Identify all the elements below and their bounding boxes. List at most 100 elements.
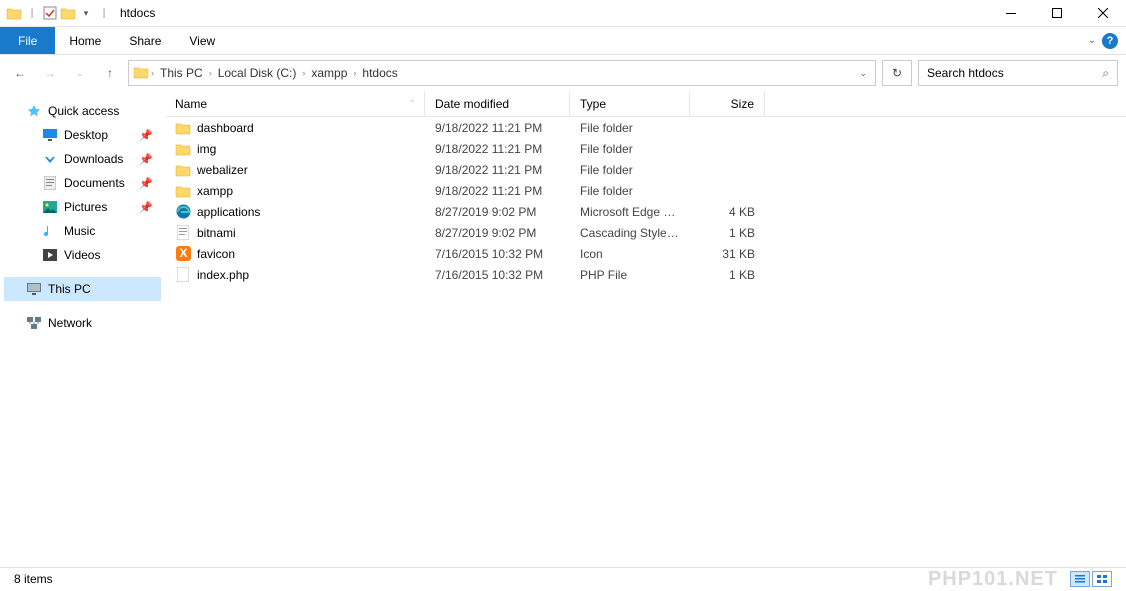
title-sep-icon: | [24,5,40,21]
network-icon [26,315,42,331]
sidebar-item-label: Desktop [64,128,108,142]
expand-ribbon-icon[interactable]: ⌄ [1088,35,1096,46]
tab-share[interactable]: Share [115,27,175,54]
file-row[interactable]: applications8/27/2019 9:02 PMMicrosoft E… [165,201,1126,222]
breadcrumb[interactable]: htdocs [358,66,401,80]
file-name: bitnami [197,226,236,240]
pictures-icon [42,199,58,215]
videos-icon [42,247,58,263]
music-icon [42,223,58,239]
back-button[interactable]: ← [8,61,32,85]
file-type: File folder [570,121,690,135]
forward-button[interactable]: → [38,61,62,85]
view-details-button[interactable] [1070,571,1090,587]
folder-icon [175,120,191,136]
file-row[interactable]: Xfavicon7/16/2015 10:32 PMIcon31 KB [165,243,1126,264]
pin-icon: 📌 [139,153,153,166]
search-placeholder: Search htdocs [927,66,1102,80]
main-content: Quick access Desktop 📌 Downloads 📌 Documen… [0,91,1126,561]
chevron-right-icon[interactable]: › [149,68,156,78]
title-sep-icon: | [96,5,112,21]
sidebar-item-label: Quick access [48,104,119,118]
chevron-right-icon[interactable]: › [351,68,358,78]
file-date: 9/18/2022 11:21 PM [425,163,570,177]
file-name: dashboard [197,121,254,135]
file-row[interactable]: xampp9/18/2022 11:21 PMFile folder [165,180,1126,201]
window-title: htdocs [120,6,155,20]
title-bar: | ▾ | htdocs [0,0,1126,27]
file-row[interactable]: bitnami8/27/2019 9:02 PMCascading Style … [165,222,1126,243]
edge-icon [175,204,191,220]
file-type: Icon [570,247,690,261]
sidebar-item-music[interactable]: Music [4,219,161,243]
close-button[interactable] [1080,0,1126,27]
file-type: File folder [570,184,690,198]
minimize-button[interactable] [988,0,1034,27]
file-row[interactable]: webalizer9/18/2022 11:21 PMFile folder [165,159,1126,180]
sidebar-item-label: This PC [48,282,91,296]
folder-icon [175,141,191,157]
sidebar-item-desktop[interactable]: Desktop 📌 [4,123,161,147]
maximize-button[interactable] [1034,0,1080,27]
address-dropdown-icon[interactable]: ⌄ [851,68,875,79]
pin-icon: 📌 [139,129,153,142]
history-dropdown-icon[interactable]: ⌄ [68,61,92,85]
file-row[interactable]: img9/18/2022 11:21 PMFile folder [165,138,1126,159]
tab-home[interactable]: Home [55,27,115,54]
documents-icon [42,175,58,191]
sidebar-item-downloads[interactable]: Downloads 📌 [4,147,161,171]
chevron-right-icon[interactable]: › [300,68,307,78]
up-button[interactable]: ↑ [98,61,122,85]
file-type: Microsoft Edge H... [570,205,690,219]
ribbon: File Home Share View ⌄ ? [0,27,1126,55]
sidebar-item-videos[interactable]: Videos [4,243,161,267]
sidebar-item-label: Videos [64,248,100,262]
folder-icon [6,5,22,21]
breadcrumb[interactable]: This PC [156,66,207,80]
breadcrumb[interactable]: Local Disk (C:) [214,66,301,80]
qat-dropdown-icon[interactable]: ▾ [78,5,94,21]
sort-asc-icon: ˆ [411,99,414,109]
svg-text:X: X [179,246,187,260]
sidebar-this-pc[interactable]: This PC [4,277,161,301]
file-size: 1 KB [690,268,765,282]
column-name[interactable]: Nameˆ [165,91,425,116]
chevron-right-icon[interactable]: › [207,68,214,78]
file-date: 9/18/2022 11:21 PM [425,142,570,156]
column-date[interactable]: Date modified [425,91,570,116]
sidebar-quick-access[interactable]: Quick access [4,99,161,123]
file-name: xampp [197,184,233,198]
folder-icon [175,183,191,199]
column-size[interactable]: Size [690,91,765,116]
address-bar[interactable]: › This PC › Local Disk (C:) › xampp › ht… [128,60,876,86]
sidebar-item-label: Downloads [64,152,123,166]
file-type: File folder [570,142,690,156]
folder-icon [133,65,149,82]
file-date: 9/18/2022 11:21 PM [425,121,570,135]
nav-bar: ← → ⌄ ↑ › This PC › Local Disk (C:) › xa… [0,55,1126,91]
column-type[interactable]: Type [570,91,690,116]
pin-icon: 📌 [139,201,153,214]
search-input[interactable]: Search htdocs ⌕ [918,60,1118,86]
file-size: 1 KB [690,226,765,240]
sidebar-network[interactable]: Network [4,311,161,335]
file-tab[interactable]: File [0,27,55,54]
file-size: 4 KB [690,205,765,219]
view-thumbnails-button[interactable] [1092,571,1112,587]
breadcrumb[interactable]: xampp [307,66,351,80]
tab-view[interactable]: View [175,27,229,54]
sidebar-item-label: Music [64,224,95,238]
file-type: File folder [570,163,690,177]
refresh-button[interactable]: ↻ [882,60,912,86]
watermark: PHP101.NET [928,568,1058,591]
file-row[interactable]: dashboard 9/18/2022 11:21 PMFile folder [165,117,1126,138]
sidebar-item-documents[interactable]: Documents📌 [4,171,161,195]
checkbox-icon[interactable] [42,5,58,21]
downloads-icon [42,151,58,167]
file-date: 8/27/2019 9:02 PM [425,226,570,240]
help-button[interactable]: ? [1102,33,1118,49]
sidebar-item-pictures[interactable]: Pictures📌 [4,195,161,219]
pin-icon: 📌 [139,177,153,190]
navigation-pane: Quick access Desktop 📌 Downloads 📌 Documen… [0,91,165,561]
file-row[interactable]: index.php7/16/2015 10:32 PMPHP File1 KB [165,264,1126,285]
